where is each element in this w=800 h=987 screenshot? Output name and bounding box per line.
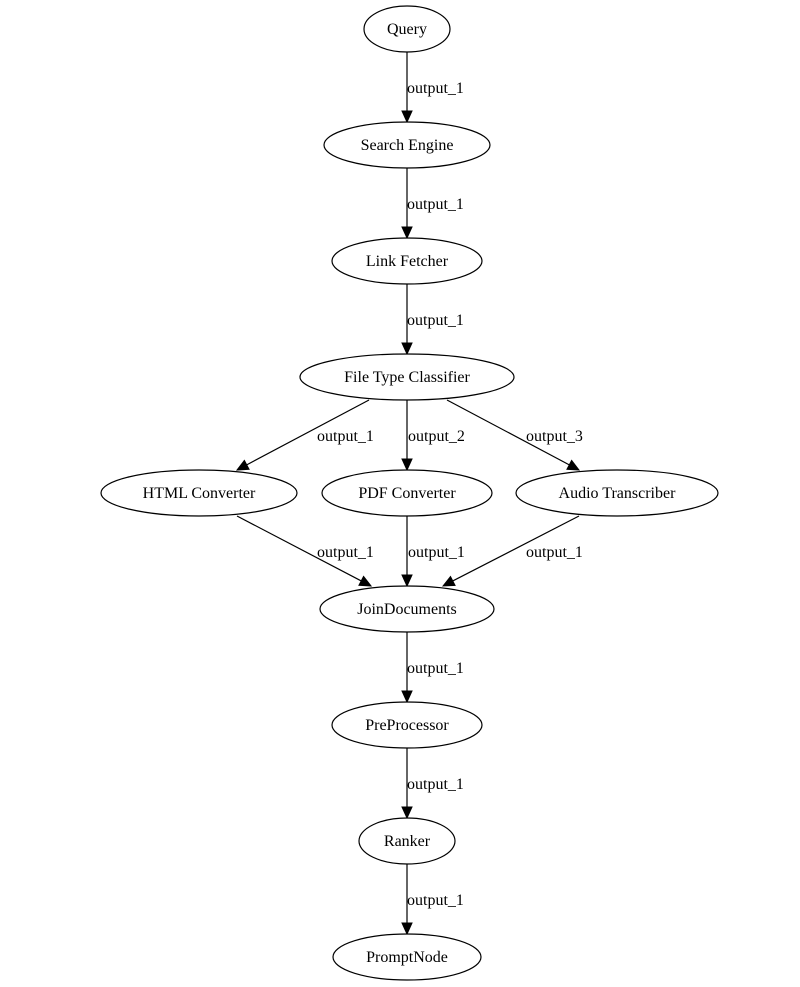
node-label: Query [387,21,427,38]
edge-label: output_1 [407,776,464,793]
edge-label: output_1 [407,312,464,329]
edge-label: output_1 [407,660,464,677]
arrowhead-icon [401,110,413,124]
edge-file-type-classifier-to-pdf-converter: output_2 [401,400,465,472]
node-search-engine[interactable]: Search Engine [323,121,491,169]
arrowhead-icon [401,342,413,356]
nodes-layer: Query Search Engine Link Fetcher File Type … [100,5,719,981]
edge-preprocessor-to-ranker: output_1 [401,748,464,820]
node-prompt-node[interactable]: PromptNode [332,933,482,981]
node-file-type-classifier[interactable]: File Type Classifier [299,353,515,401]
node-label: Search Engine [361,137,454,154]
edge-label: output_1 [407,196,464,213]
edge-file-type-classifier-to-html-converter: output_1 [235,399,374,471]
node-label: PromptNode [366,949,448,966]
node-label: JoinDocuments [357,601,457,618]
node-audio-transcriber[interactable]: Audio Transcriber [515,469,719,517]
edge-label: output_1 [526,544,583,561]
arrowhead-icon [358,575,373,587]
edge-html-converter-to-join-documents: output_1 [236,515,374,587]
pipeline-diagram: output_1 output_1 output_1 output_1 output_2… [100,5,719,981]
edge-label: output_1 [407,892,464,909]
node-label: File Type Classifier [344,369,470,386]
node-join-documents[interactable]: JoinDocuments [319,585,495,633]
edge-join-documents-to-preprocessor: output_1 [401,632,464,704]
node-label: Audio Transcriber [559,485,677,502]
arrowhead-icon [401,806,413,820]
edge-label: output_1 [317,428,374,445]
edge-link-fetcher-to-file-type-classifier: output_1 [401,284,464,356]
node-label: HTML Converter [143,485,256,502]
arrowhead-icon [566,459,581,471]
node-html-converter[interactable]: HTML Converter [100,469,298,517]
arrowhead-icon [235,459,250,471]
node-preprocessor[interactable]: PreProcessor [331,701,483,749]
arrowhead-icon [401,922,413,936]
edge-label: output_3 [526,428,583,445]
edge-label: output_1 [407,80,464,97]
node-label: PDF Converter [358,485,456,502]
node-link-fetcher[interactable]: Link Fetcher [331,237,483,285]
arrowhead-icon [401,690,413,704]
arrowhead-icon [401,458,413,472]
edge-label: output_2 [408,428,465,445]
edge-label: output_1 [408,544,465,561]
arrowhead-icon [401,226,413,240]
edge-query-to-search-engine: output_1 [401,52,464,124]
node-pdf-converter[interactable]: PDF Converter [321,469,493,517]
edge-search-engine-to-link-fetcher: output_1 [401,168,464,240]
node-label: PreProcessor [365,717,449,734]
arrowhead-icon [441,575,456,587]
node-ranker[interactable]: Ranker [358,817,456,865]
edge-pdf-converter-to-join-documents: output_1 [401,516,465,588]
node-label: Ranker [384,833,431,850]
node-query[interactable]: Query [363,5,451,53]
edge-file-type-classifier-to-audio-transcriber: output_3 [446,399,583,471]
edge-ranker-to-prompt-node: output_1 [401,864,464,936]
node-label: Link Fetcher [366,253,449,270]
edge-label: output_1 [317,544,374,561]
arrowhead-icon [401,574,413,588]
